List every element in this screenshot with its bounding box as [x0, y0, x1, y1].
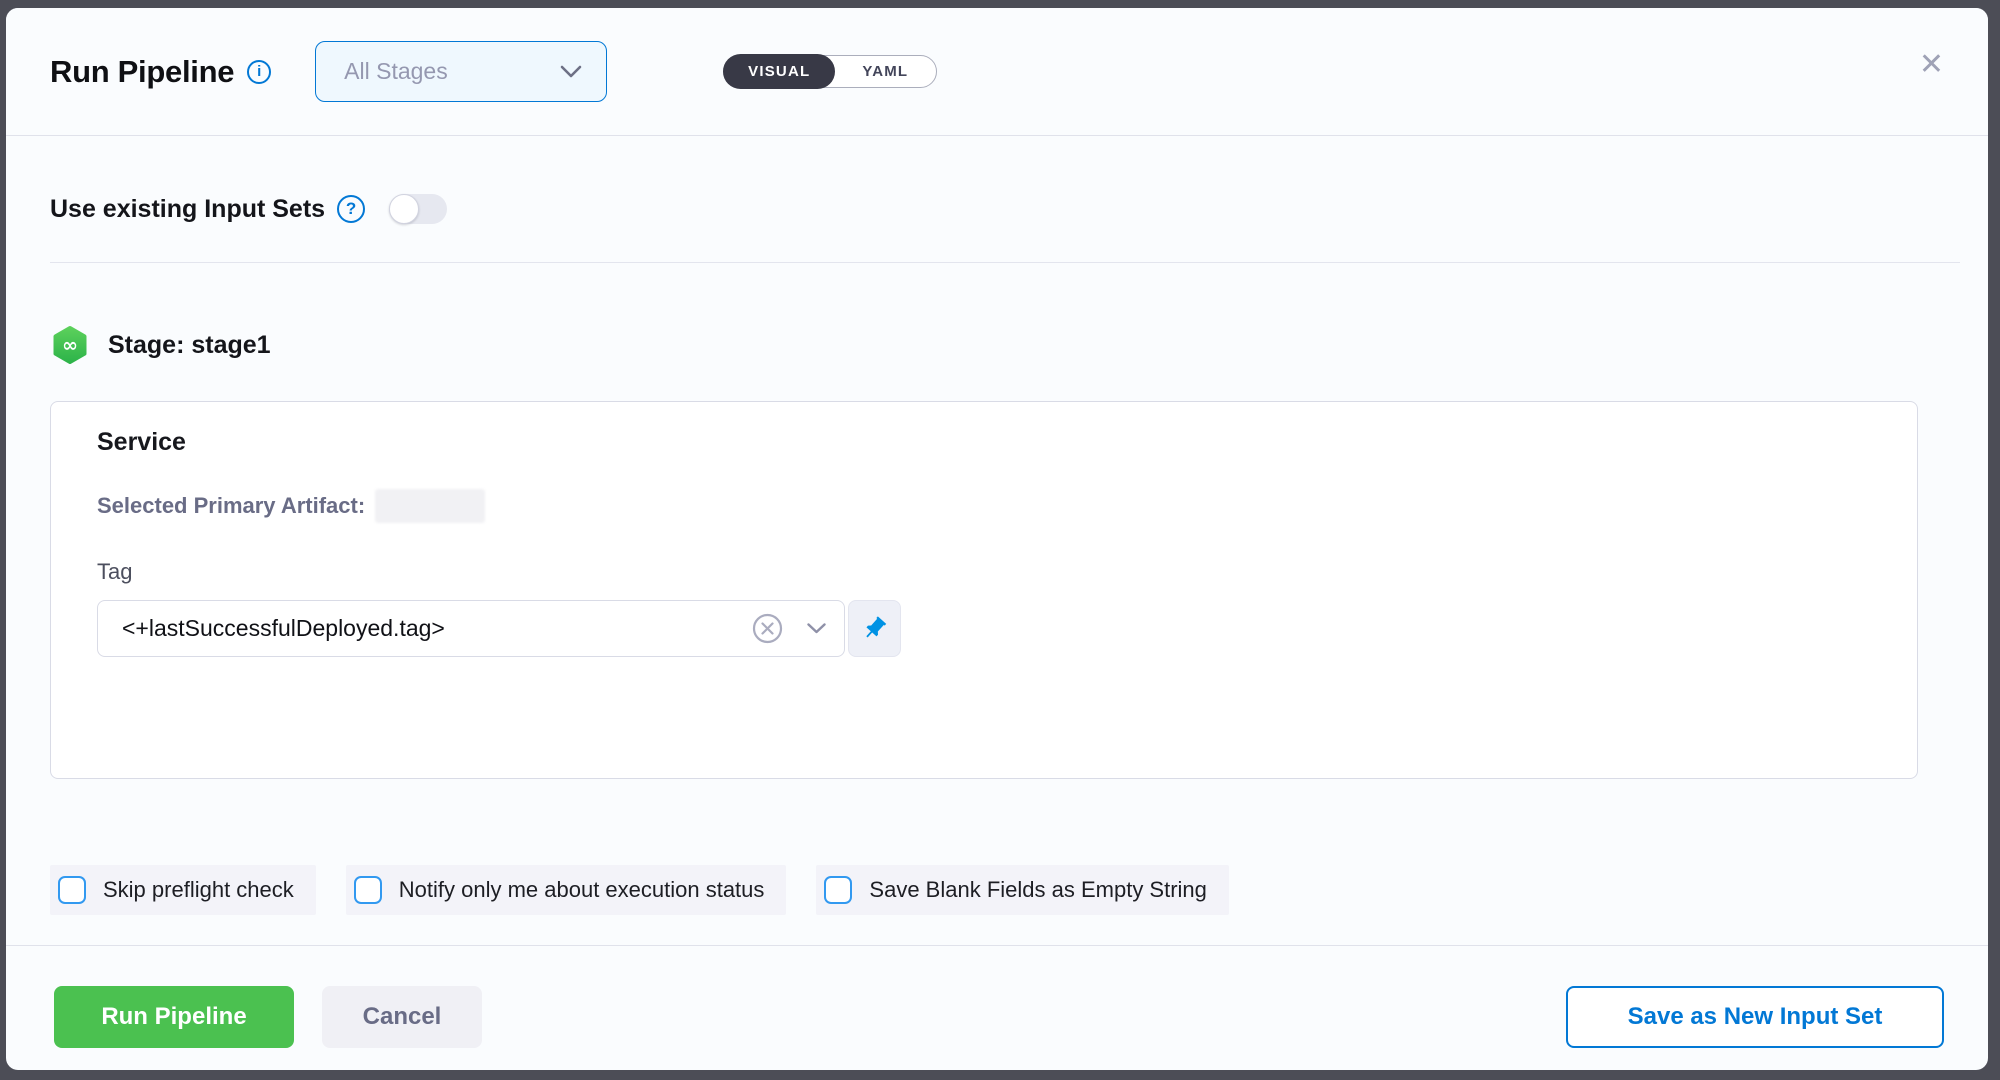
stage-select-value: All Stages	[344, 58, 448, 85]
tag-input[interactable]	[122, 615, 752, 642]
option-save-blank-fields[interactable]: Save Blank Fields as Empty String	[816, 865, 1228, 915]
view-mode-toggle: VISUAL YAML	[723, 55, 937, 88]
section-divider	[50, 262, 1960, 263]
tag-label: Tag	[97, 559, 1917, 585]
modal-header: Run Pipeline i All Stages VISUAL YAML ✕	[6, 8, 1988, 136]
stage-label: Stage: stage1	[108, 331, 271, 360]
use-existing-input-sets-label: Use existing Input Sets	[50, 195, 325, 224]
save-as-new-input-set-button[interactable]: Save as New Input Set	[1566, 986, 1944, 1048]
use-existing-input-sets-row: Use existing Input Sets ?	[50, 182, 1988, 236]
option-label: Save Blank Fields as Empty String	[869, 877, 1206, 903]
cancel-button[interactable]: Cancel	[322, 986, 482, 1048]
chevron-down-icon	[560, 65, 582, 78]
page-title: Run Pipeline	[50, 54, 234, 90]
stage-select[interactable]: All Stages	[315, 41, 607, 102]
service-card: Service Selected Primary Artifact: Tag	[50, 401, 1918, 779]
pin-button[interactable]	[848, 600, 901, 657]
footer-divider	[6, 945, 1988, 946]
checkbox-icon[interactable]	[354, 876, 382, 904]
stage-row: ∞ Stage: stage1	[50, 325, 1988, 365]
checkbox-icon[interactable]	[824, 876, 852, 904]
cd-stage-icon: ∞	[50, 325, 90, 365]
pin-icon	[855, 609, 893, 647]
help-icon[interactable]: ?	[337, 195, 365, 223]
selected-artifact-row: Selected Primary Artifact:	[97, 489, 1917, 523]
tag-input-wrap	[97, 600, 845, 657]
tab-visual[interactable]: VISUAL	[723, 54, 835, 89]
option-label: Skip preflight check	[103, 877, 294, 903]
input-sets-toggle[interactable]	[389, 194, 447, 224]
chevron-down-icon[interactable]	[807, 623, 826, 634]
clear-icon[interactable]	[752, 613, 783, 644]
selected-artifact-value-redacted	[375, 489, 485, 523]
run-pipeline-modal: Run Pipeline i All Stages VISUAL YAML ✕ …	[6, 8, 1988, 1070]
tab-yaml[interactable]: YAML	[834, 63, 936, 80]
modal-footer: Run Pipeline Cancel Save as New Input Se…	[50, 986, 1988, 1048]
option-notify-only-me[interactable]: Notify only me about execution status	[346, 865, 787, 915]
toggle-knob	[389, 194, 419, 224]
checkbox-icon[interactable]	[58, 876, 86, 904]
selected-artifact-label: Selected Primary Artifact:	[97, 493, 365, 519]
option-skip-preflight[interactable]: Skip preflight check	[50, 865, 316, 915]
tag-input-row	[97, 600, 1917, 657]
info-icon[interactable]: i	[247, 60, 271, 84]
svg-text:∞: ∞	[62, 335, 78, 357]
service-heading: Service	[97, 428, 1917, 457]
close-icon[interactable]: ✕	[1915, 46, 1948, 84]
modal-body: Use existing Input Sets ? ∞	[6, 136, 1988, 1070]
option-label: Notify only me about execution status	[399, 877, 765, 903]
run-options-row: Skip preflight check Notify only me abou…	[50, 865, 1988, 915]
run-pipeline-button[interactable]: Run Pipeline	[54, 986, 294, 1048]
